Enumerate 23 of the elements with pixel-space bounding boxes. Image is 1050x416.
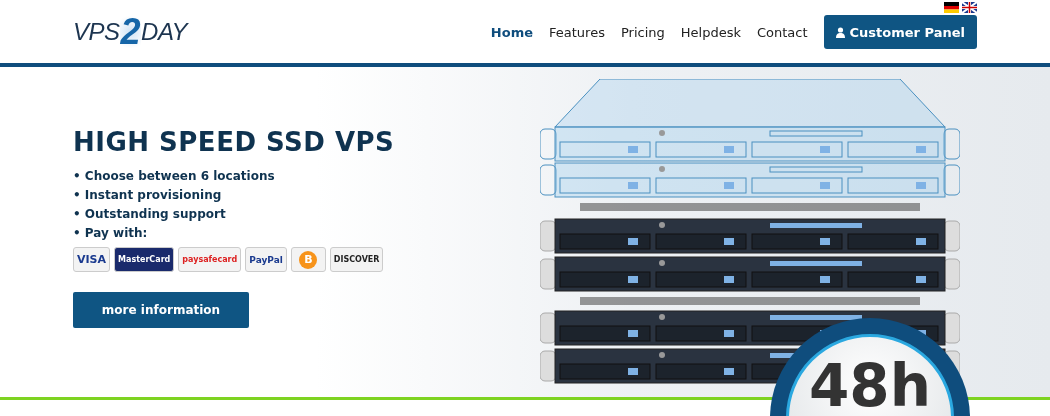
feature-bullet: • Instant provisioning: [73, 187, 223, 204]
feature-bullet: • Outstanding support: [73, 206, 227, 223]
british-flag-icon[interactable]: [962, 2, 977, 13]
nav-link[interactable]: Home: [482, 24, 541, 40]
payment-logo: MasterCard: [114, 247, 175, 272]
feature-bullet: • Choose between 6 locations: [73, 168, 276, 185]
logo[interactable]: VPS2DAY: [73, 0, 188, 63]
user-icon: [835, 26, 845, 38]
hero-title: HIGH SPEED SSD VPS: [73, 127, 396, 157]
nav-link[interactable]: Pricing: [612, 24, 673, 40]
german-flag-icon[interactable]: [944, 2, 959, 13]
payment-logo: DISCOVER: [329, 247, 384, 272]
payment-logo: paysafecard: [178, 247, 242, 272]
customer-panel-button[interactable]: Customer Panel: [823, 15, 977, 49]
payment-logo: PayPal: [245, 247, 287, 272]
badge-text: 48h: [809, 357, 931, 416]
nav-link[interactable]: Contact: [748, 24, 816, 40]
payment-logo: VISA: [73, 247, 111, 272]
nav-link[interactable]: Features: [541, 24, 613, 40]
payment-logo: B: [290, 247, 326, 272]
nav-link[interactable]: Helpdesk: [672, 24, 749, 40]
more-information-button[interactable]: more information: [73, 292, 249, 328]
feature-bullet: • Pay with:: [73, 225, 149, 242]
